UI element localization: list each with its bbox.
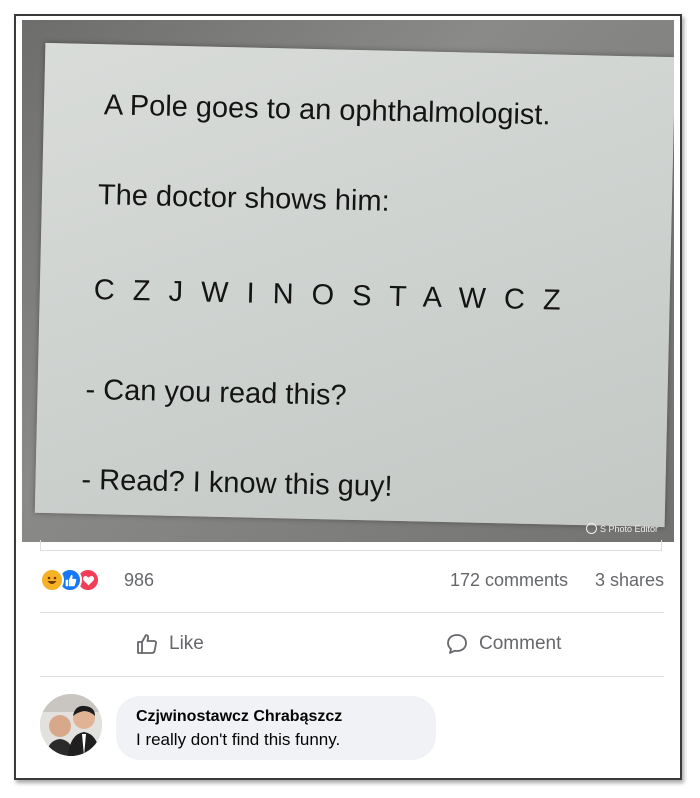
comment-bubble-icon — [447, 634, 467, 654]
camera-shutter-icon — [585, 523, 597, 534]
shares-count-link[interactable]: 3 shares — [595, 570, 664, 591]
comment-bubble: Czjwinostawcz Chrabąszcz I really don't … — [116, 696, 436, 760]
divider — [40, 612, 664, 613]
photo-watermark: S Photo Editor — [585, 523, 658, 534]
comment-author[interactable]: Czjwinostawcz Chrabąszcz — [136, 708, 342, 726]
post-card: A Pole goes to an ophthalmologist. The d… — [14, 14, 682, 780]
comment-text: I really don't find this funny. — [136, 730, 341, 749]
joke-paper: A Pole goes to an ophthalmologist. The d… — [34, 42, 674, 528]
reactions-row: 986 172 comments 3 shares — [40, 566, 664, 596]
avatar[interactable] — [40, 694, 102, 756]
comments-count-link[interactable]: 172 comments — [450, 570, 568, 591]
like-button-label: Like — [169, 633, 204, 654]
post-actions: Like Comment — [40, 624, 664, 664]
reaction-count[interactable]: 986 — [124, 570, 154, 591]
thumbs-up-icon — [137, 634, 157, 654]
joke-line-3: C Z J W I N O S T A W C Z — [93, 274, 567, 317]
like-button[interactable]: Like — [135, 624, 204, 664]
post-photo[interactable]: A Pole goes to an ophthalmologist. The d… — [22, 20, 674, 542]
comment-button-label: Comment — [479, 633, 562, 654]
comment-button[interactable]: Comment — [445, 624, 561, 664]
joke-line-5: - Read? I know this guy! — [81, 463, 393, 503]
joke-line-2: The doctor shows him: — [97, 179, 390, 218]
comment-item: Czjwinostawcz Chrabąszcz I really don't … — [40, 692, 664, 762]
photo-bottom-border — [40, 540, 662, 551]
haha-emoji-icon — [40, 568, 64, 592]
reaction-icons[interactable] — [40, 568, 120, 592]
divider — [40, 676, 664, 677]
joke-line-1: A Pole goes to an ophthalmologist. — [103, 89, 551, 132]
watermark-text: S Photo Editor — [599, 523, 658, 534]
joke-line-4: - Can you read this? — [85, 373, 348, 412]
